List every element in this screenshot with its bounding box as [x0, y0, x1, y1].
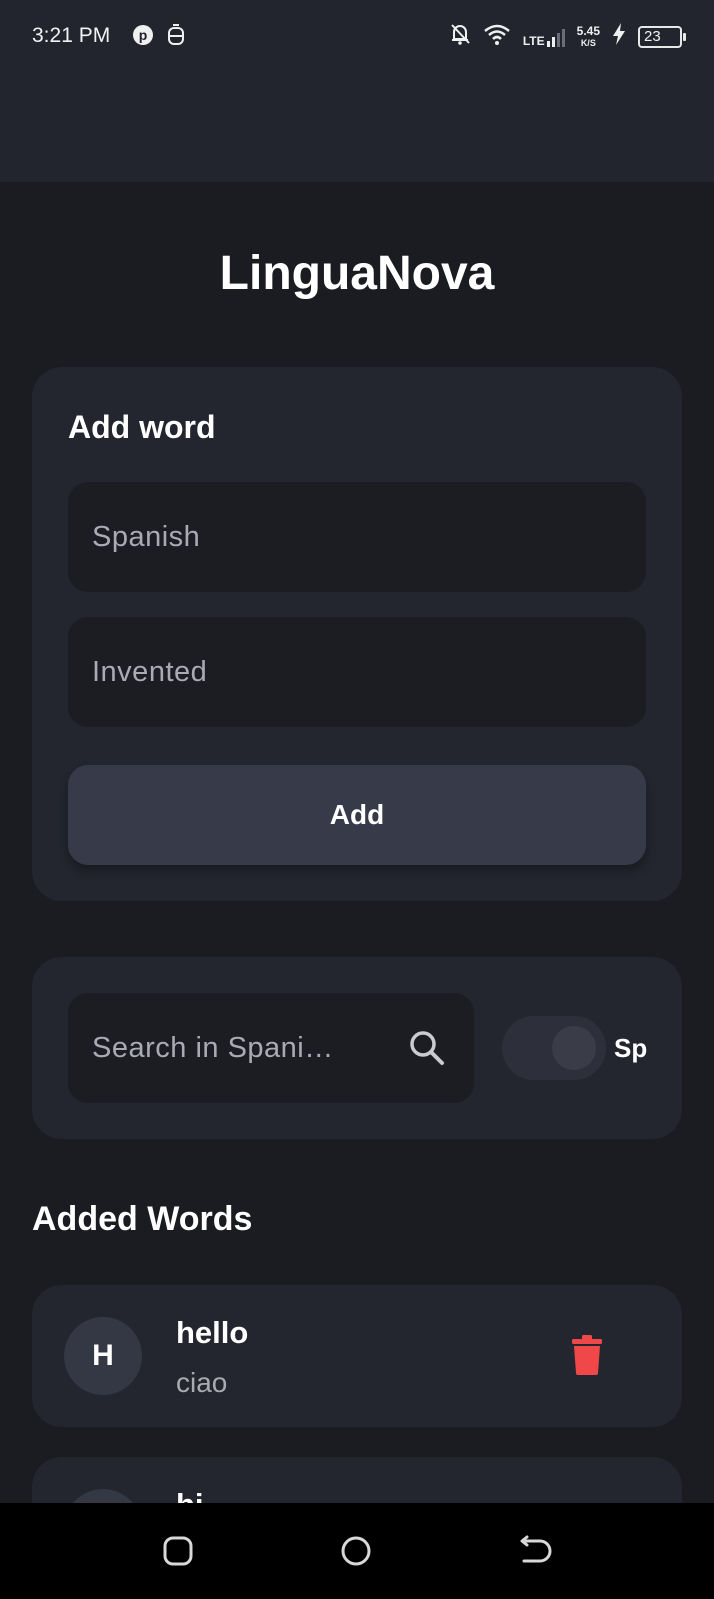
spanish-input[interactable]	[68, 482, 646, 592]
wifi-icon	[483, 23, 511, 50]
svg-text:p: p	[139, 27, 148, 43]
charging-icon	[612, 23, 626, 50]
speed-unit: K/S	[580, 37, 596, 48]
pinterest-icon: p	[132, 24, 154, 51]
home-icon[interactable]	[340, 1535, 372, 1572]
invented-input[interactable]	[68, 617, 646, 727]
bell-off-icon	[449, 22, 471, 51]
toggle-label: Sp	[614, 1033, 648, 1063]
search-card: Sp	[32, 957, 682, 1139]
status-bar: 3:21 PM p LTE 5.45 K/S 23	[0, 0, 714, 182]
avatar: H	[64, 1317, 142, 1395]
toggle-knob	[552, 1026, 596, 1070]
speed-value: 5.45	[576, 23, 600, 38]
status-right-icons: LTE 5.45 K/S 23	[449, 22, 686, 51]
navigation-bar	[0, 1503, 714, 1599]
network-type: LTE	[522, 33, 545, 48]
list-item[interactable]: H hello ciao	[32, 1285, 682, 1427]
network-speed: 5.45 K/S	[577, 25, 600, 49]
added-words-title: Added Words	[32, 1200, 253, 1238]
status-left-icons: p	[132, 24, 186, 51]
signal-icon: LTE	[523, 27, 565, 47]
add-word-card: Add word Add	[32, 367, 682, 901]
status-time: 3:21 PM	[32, 24, 111, 47]
back-icon[interactable]	[518, 1535, 552, 1572]
word-text: hello	[176, 1315, 249, 1350]
recent-apps-icon[interactable]	[162, 1535, 194, 1572]
notification-icon	[166, 24, 186, 51]
search-input[interactable]	[68, 993, 398, 1103]
app-title: LinguaNova	[219, 247, 495, 300]
trash-icon[interactable]	[570, 1335, 604, 1380]
add-button[interactable]: Add	[68, 765, 646, 865]
language-toggle[interactable]	[502, 1016, 606, 1080]
battery-icon: 23	[638, 25, 686, 48]
search-box	[68, 993, 474, 1103]
search-icon[interactable]	[408, 1029, 446, 1072]
add-word-title: Add word	[68, 409, 216, 445]
word-translation: ciao	[176, 1367, 228, 1398]
